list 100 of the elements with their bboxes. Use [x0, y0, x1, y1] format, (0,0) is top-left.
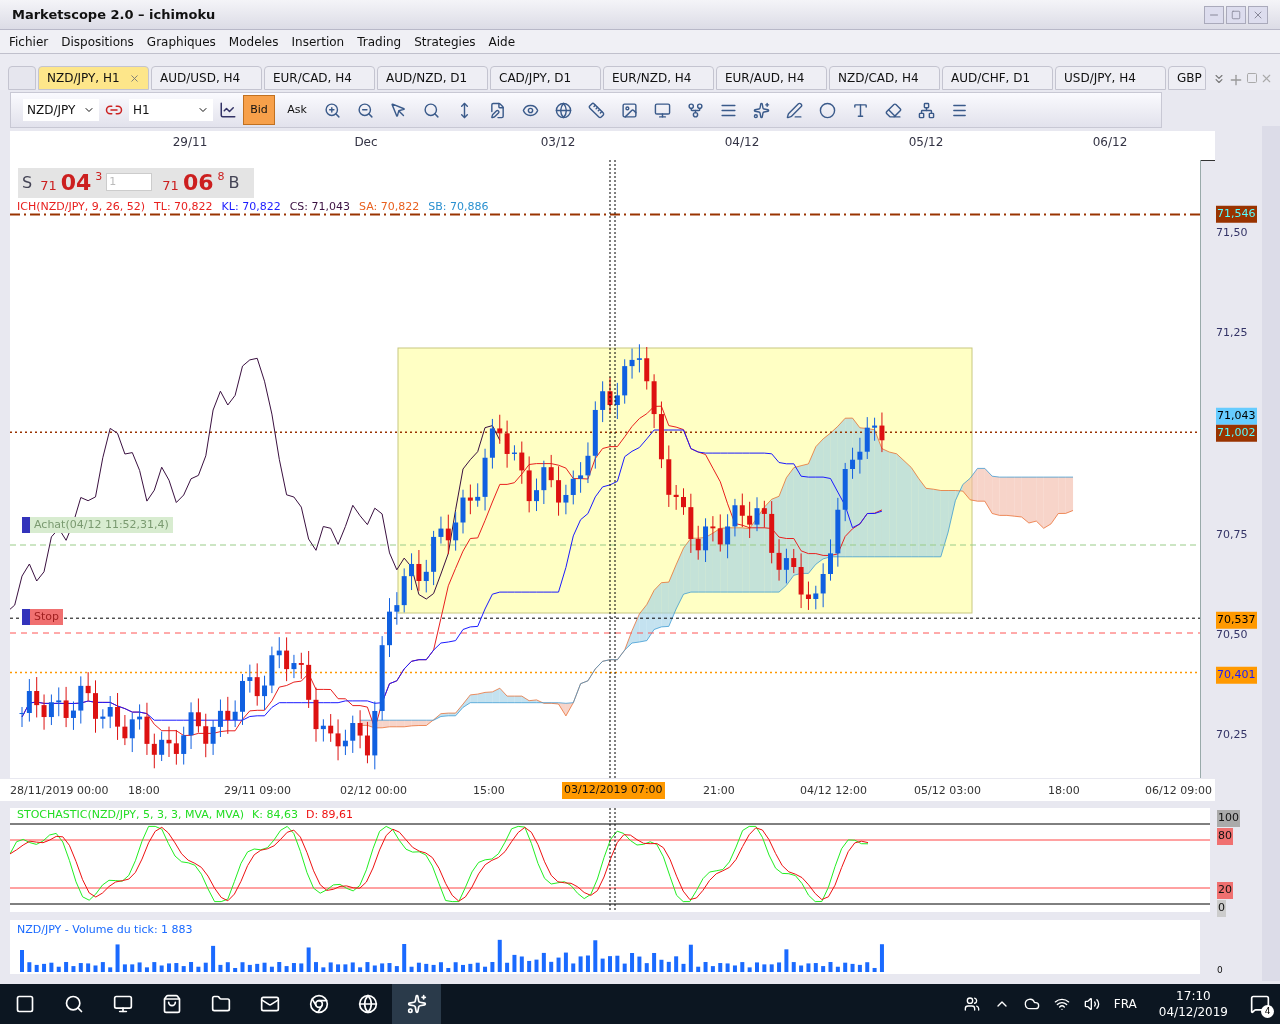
- price-tick-label: 71,50: [1216, 224, 1248, 241]
- price-tick-label: 70,25: [1216, 726, 1248, 743]
- chart-tab[interactable]: AUD/NZD, D1: [377, 66, 488, 90]
- folder-icon[interactable]: [210, 994, 231, 1014]
- eraser-icon[interactable]: [885, 101, 902, 119]
- volume-axis-label: 0: [1217, 964, 1223, 977]
- language-indicator[interactable]: FRA: [1113, 995, 1137, 1013]
- mail-icon[interactable]: [259, 994, 280, 1014]
- menu-item[interactable]: Graphiques: [146, 32, 216, 51]
- price-marker: 70,401: [1216, 666, 1257, 684]
- notification-count: 4: [1261, 1005, 1274, 1018]
- indicator-value: KL: 70,822: [221, 199, 281, 215]
- chart-type-icon[interactable]: [219, 101, 237, 119]
- edit-icon[interactable]: [489, 101, 506, 119]
- menu-item[interactable]: Fichier: [9, 32, 49, 51]
- time-label: 02/12 00:00: [340, 783, 407, 799]
- close-tab-icon[interactable]: [129, 72, 140, 84]
- price-tick-label: 70,50: [1216, 626, 1248, 643]
- clock-time[interactable]: 17:10: [1176, 988, 1211, 1004]
- search-icon[interactable]: [63, 994, 84, 1014]
- clock-date[interactable]: 04/12/2019: [1158, 1004, 1228, 1020]
- stochastic-legend: STOCHASTIC(NZD/JPY, 5, 3, 3, MVA, MVA): [17, 808, 244, 821]
- indicator-value: SA: 70,822: [359, 199, 420, 215]
- zoom-out-icon[interactable]: [357, 101, 374, 119]
- price-marker: 71,043: [1216, 407, 1257, 425]
- chart-tab[interactable]: USD/JPY, H4: [1055, 66, 1166, 90]
- chart-tab[interactable]: AUD/USD, H4: [151, 66, 262, 90]
- buy-pips: 06: [182, 171, 214, 195]
- time-label: 05/12 03:00: [914, 783, 981, 799]
- date-label: 04/12: [724, 134, 760, 151]
- fork-icon[interactable]: [687, 101, 704, 119]
- chart-tab[interactable]: EUR/AUD, H4: [716, 66, 827, 90]
- globe-icon[interactable]: [555, 101, 572, 119]
- people-icon[interactable]: [963, 996, 980, 1012]
- buy-label: B: [228, 172, 240, 194]
- level-label: 0: [1217, 900, 1226, 917]
- store-icon[interactable]: [161, 994, 182, 1014]
- time-label: 28/11/2019 00:00: [10, 783, 109, 799]
- buy-fraction: 8: [217, 169, 225, 185]
- menu-item[interactable]: Insertion: [291, 32, 345, 51]
- restore-icon: [1231, 9, 1241, 20]
- indicator-value: ICH(NZD/JPY, 9, 26, 52): [17, 199, 146, 215]
- level-label: 100: [1217, 810, 1240, 827]
- cloud-icon[interactable]: [1023, 996, 1040, 1012]
- sell-figure: 71: [40, 176, 57, 195]
- chart-tab[interactable]: GBP: [1168, 66, 1206, 90]
- sell-label: S: [22, 172, 33, 194]
- network-icon[interactable]: [1053, 996, 1070, 1012]
- price-marker: 71,546: [1216, 205, 1257, 223]
- menu-item[interactable]: Strategies: [414, 32, 476, 51]
- menu-item[interactable]: Aide: [488, 32, 516, 51]
- magnifier-icon[interactable]: [423, 101, 440, 119]
- indicator-value: CS: 71,043: [289, 199, 350, 215]
- image-icon[interactable]: [621, 101, 638, 119]
- price-mode-button[interactable]: Bid: [243, 95, 275, 125]
- chart-tab[interactable]: AUD/CHF, D1: [942, 66, 1053, 90]
- pointer-icon[interactable]: [390, 101, 407, 119]
- indicator-value: SB: 70,886: [428, 199, 489, 215]
- chart-tab[interactable]: CAD/JPY, D1: [490, 66, 601, 90]
- sell-fraction: 3: [95, 169, 103, 185]
- chart-tab[interactable]: NZD/JPY, H1: [38, 66, 149, 90]
- text-tool-icon[interactable]: [852, 101, 869, 119]
- monitor-icon[interactable]: [654, 101, 671, 119]
- price-mode-button[interactable]: Ask: [281, 95, 313, 125]
- cursor-time-label: 03/12/2019 07:00: [562, 782, 665, 799]
- timeframe-dropdown[interactable]: H1: [129, 99, 213, 121]
- level-label: 80: [1217, 828, 1233, 845]
- level-label: 20: [1217, 882, 1233, 899]
- time-label: 18:00: [1048, 783, 1080, 799]
- hierarchy-icon[interactable]: [918, 101, 935, 119]
- time-label: 06/12 09:00: [1145, 783, 1212, 799]
- indicator-value: TL: 70,822: [154, 199, 213, 215]
- date-label: 29/11: [172, 134, 208, 151]
- chart-tab[interactable]: NZD/CAD, H4: [829, 66, 940, 90]
- ruler-icon[interactable]: [588, 101, 605, 119]
- price-marker: 70,537: [1216, 611, 1257, 629]
- stochastic-k-value: K: 84,63: [252, 808, 298, 821]
- time-label: 04/12 12:00: [800, 783, 867, 799]
- window-title: Marketscope 2.0 – ichimoku: [12, 5, 216, 24]
- browser-icon[interactable]: [308, 994, 329, 1014]
- speaker-icon[interactable]: [1083, 996, 1100, 1012]
- menu-item[interactable]: Trading: [357, 32, 402, 51]
- date-label: 03/12: [540, 134, 576, 151]
- time-label: 15:00: [473, 783, 505, 799]
- time-label: 21:00: [703, 783, 735, 799]
- buy-figure: 71: [162, 176, 179, 195]
- time-label: 18:00: [128, 783, 160, 799]
- date-label: 05/12: [908, 134, 944, 151]
- zoom-in-icon[interactable]: [324, 101, 341, 119]
- close-button[interactable]: [1248, 5, 1268, 24]
- chart-tab[interactable]: EUR/CAD, H4: [264, 66, 375, 90]
- volume-legend: NZD/JPY - Volume du tick: 1 883: [17, 922, 193, 939]
- menu-item[interactable]: Dispositions: [61, 32, 134, 51]
- ellipse-icon[interactable]: [819, 101, 836, 119]
- symbol-dropdown[interactable]: NZD/JPY: [23, 99, 99, 121]
- chart-tab[interactable]: EUR/NZD, H4: [603, 66, 714, 90]
- price-tick-label: 70,75: [1216, 526, 1248, 543]
- menu-item[interactable]: Modeles: [228, 32, 279, 51]
- tab-list-icon[interactable]: [1212, 72, 1226, 86]
- pen-line-icon[interactable]: [786, 101, 803, 119]
